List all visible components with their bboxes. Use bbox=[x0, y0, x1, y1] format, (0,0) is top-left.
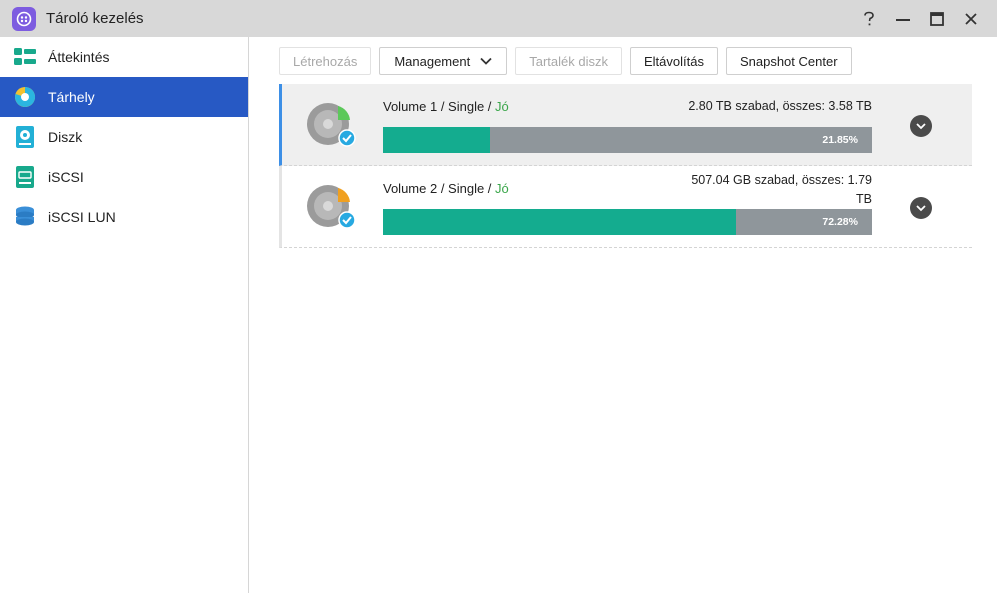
volume-icon bbox=[306, 184, 356, 230]
volume-capacity: 2.80 TB szabad, összes: 3.58 TB bbox=[672, 97, 872, 116]
create-button[interactable]: Létrehozás bbox=[279, 47, 372, 75]
volume-title: Volume 2 / Single / Jó bbox=[383, 181, 509, 196]
iscsi-icon bbox=[14, 166, 36, 188]
remove-button-label: Eltávolítás bbox=[643, 53, 704, 69]
volume-title: Volume 1 / Single / Jó bbox=[383, 99, 509, 114]
sidebar-item-disk[interactable]: Diszk bbox=[0, 117, 248, 157]
sidebar-item-iscsi[interactable]: iSCSI bbox=[0, 157, 248, 197]
sidebar-item-label: iSCSI LUN bbox=[48, 209, 116, 225]
volume-row[interactable]: Volume 1 / Single / Jó 2.80 TB szabad, ö… bbox=[279, 84, 972, 166]
sidebar-item-label: Áttekintés bbox=[48, 49, 110, 65]
chevron-down-icon bbox=[480, 57, 492, 65]
volume-type: Single bbox=[448, 181, 485, 196]
volume-capacity-line: TB bbox=[856, 192, 872, 206]
volume-list: Volume 1 / Single / Jó 2.80 TB szabad, ö… bbox=[279, 84, 972, 248]
volume-usage-bar: 72.28% bbox=[383, 209, 872, 235]
volume-usage-percent: 72.28% bbox=[822, 216, 858, 228]
volume-capacity-line: 507.04 GB szabad, összes: 1.79 bbox=[691, 173, 872, 187]
snapshot-center-button-label: Snapshot Center bbox=[739, 53, 838, 69]
app-logo-icon bbox=[12, 6, 36, 31]
spare-disk-button-label: Tartalék diszk bbox=[529, 53, 608, 69]
snapshot-center-button[interactable]: Snapshot Center bbox=[725, 47, 852, 75]
remove-button[interactable]: Eltávolítás bbox=[629, 47, 718, 75]
sidebar-item-label: Tárhely bbox=[48, 89, 95, 105]
overview-icon bbox=[14, 46, 36, 68]
maximize-button[interactable] bbox=[927, 9, 947, 29]
volume-icon bbox=[306, 102, 356, 148]
sidebar-item-storage[interactable]: Tárhely bbox=[0, 77, 248, 117]
iscsi-lun-icon bbox=[14, 206, 36, 228]
volume-name: Volume 1 bbox=[383, 99, 438, 114]
spare-disk-button[interactable]: Tartalék diszk bbox=[515, 47, 622, 75]
sidebar: Áttekintés Tárhely Diszk iSCSI iSCSI LUN bbox=[0, 37, 249, 593]
volume-status: Jó bbox=[495, 181, 509, 196]
storage-icon bbox=[14, 86, 36, 108]
expand-chevron-icon[interactable] bbox=[910, 115, 932, 137]
volume-usage-fill bbox=[383, 127, 490, 153]
volume-type: Single bbox=[448, 99, 485, 114]
window-title: Tároló kezelés bbox=[46, 10, 144, 27]
disk-icon bbox=[14, 126, 36, 148]
title-bar: Tároló kezelés bbox=[0, 0, 997, 37]
volume-name: Volume 2 bbox=[383, 181, 438, 196]
volume-usage-percent: 21.85% bbox=[822, 134, 858, 146]
volume-status: Jó bbox=[495, 99, 509, 114]
volume-capacity-line: 2.80 TB szabad, összes: 3.58 TB bbox=[688, 99, 872, 113]
sidebar-item-label: iSCSI bbox=[48, 169, 84, 185]
management-dropdown-button[interactable]: Management bbox=[379, 47, 508, 75]
management-button-label: Management bbox=[394, 53, 471, 69]
volume-row[interactable]: Volume 2 / Single / Jó 507.04 GB szabad,… bbox=[279, 166, 972, 248]
minimize-button[interactable] bbox=[893, 9, 913, 29]
volume-usage-bar: 21.85% bbox=[383, 127, 872, 153]
volume-usage-fill bbox=[383, 209, 737, 235]
sidebar-item-iscsi-lun[interactable]: iSCSI LUN bbox=[0, 197, 248, 237]
sidebar-item-overview[interactable]: Áttekintés bbox=[0, 37, 248, 77]
volume-capacity: 507.04 GB szabad, összes: 1.79 TB bbox=[672, 171, 872, 209]
help-button[interactable] bbox=[859, 9, 879, 29]
create-button-label: Létrehozás bbox=[293, 53, 358, 69]
close-button[interactable] bbox=[961, 9, 981, 29]
toolbar: Létrehozás Management Tartalék diszk Elt… bbox=[279, 47, 852, 75]
sidebar-item-label: Diszk bbox=[48, 129, 83, 145]
expand-chevron-icon[interactable] bbox=[910, 197, 932, 219]
